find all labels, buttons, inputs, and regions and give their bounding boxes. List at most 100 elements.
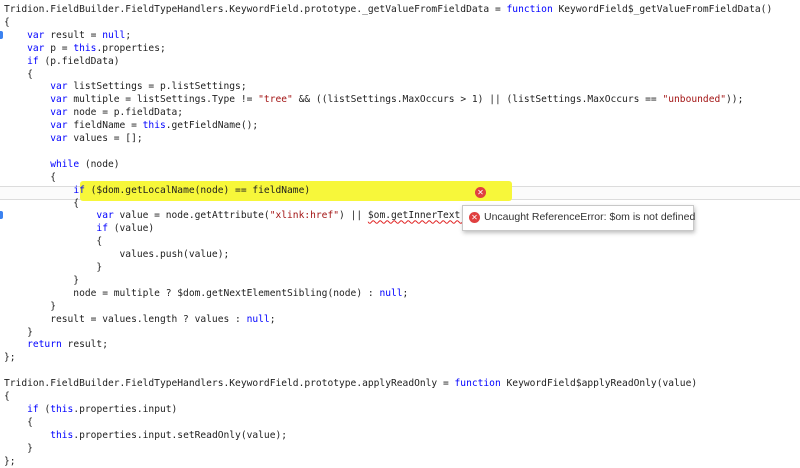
code-token: if (96, 223, 108, 235)
breakpoint-marker[interactable] (0, 30, 3, 39)
code-token: } (4, 442, 33, 454)
code-token: "tree" (258, 94, 293, 106)
code-token: { (4, 16, 10, 28)
code-token: ($dom.getLocalName(node) == fieldName) (84, 184, 311, 196)
code-token: null (246, 313, 270, 325)
code-line: this.properties.input.setReadOnly(value)… (4, 429, 287, 442)
code-token: null (379, 287, 403, 299)
code-token: var (50, 107, 68, 119)
code-token: } (4, 262, 103, 273)
code-token: value = node.getAttribute( (113, 210, 270, 222)
code-token: if (27, 55, 39, 67)
code-token: )); (726, 94, 744, 106)
code-token: if (73, 184, 85, 196)
code-line: if (p.fieldData) (4, 55, 120, 68)
code-token: var (96, 210, 114, 222)
code-line: { (4, 197, 79, 210)
code-editor[interactable]: Tridion.FieldBuilder.FieldTypeHandlers.K… (0, 0, 800, 467)
code-token: }; (4, 352, 16, 364)
code-token: "unbounded" (662, 94, 727, 106)
code-token: result = (44, 29, 103, 41)
code-token: Tridion.FieldBuilder.FieldTypeHandlers.K… (4, 4, 507, 15)
breakpoint-marker[interactable] (0, 211, 3, 220)
code-token: node = multiple ? $dom.getNextElementSib… (4, 287, 380, 299)
error-message: Uncaught ReferenceError: $om is not defi… (484, 211, 696, 223)
code-line: { (4, 171, 56, 184)
code-token: } (4, 326, 33, 338)
code-token: while (50, 158, 80, 170)
code-line: } (4, 274, 79, 287)
code-line: } (4, 300, 56, 313)
code-token: } (4, 274, 80, 286)
code-token: (value) (107, 223, 155, 235)
code-token: { (4, 416, 33, 428)
code-line: var multiple = listSettings.Type != "tre… (4, 93, 743, 106)
code-token: { (4, 171, 56, 183)
code-token: this (142, 120, 166, 132)
code-line: var listSettings = p.listSettings; (4, 80, 247, 93)
code-token: result = values.length ? values : (4, 313, 247, 325)
code-line: { (4, 235, 102, 248)
code-token: p = (44, 42, 74, 54)
code-token: function (506, 4, 553, 15)
code-token: (p.fieldData) (38, 55, 120, 67)
code-token: { (4, 68, 33, 80)
code-line: { (4, 68, 33, 81)
code-token: var (50, 133, 68, 144)
code-token: values = []; (67, 133, 143, 144)
code-token: ) || (339, 210, 368, 222)
code-token: KeywordField$applyReadOnly(value) (500, 378, 698, 390)
code-token: ; (269, 313, 276, 325)
code-line: var values = []; (4, 132, 143, 145)
code-line: values.push(value); (4, 248, 230, 261)
code-token: .getFieldName(); (165, 120, 259, 132)
code-token: var (50, 81, 68, 93)
code-line: Tridion.FieldBuilder.FieldTypeHandlers.K… (4, 377, 697, 390)
code-token: this (50, 429, 74, 441)
code-token: null (102, 29, 126, 41)
code-token: } (4, 300, 56, 312)
code-token: && ((listSettings.MaxOccurs > 1) || (lis… (292, 94, 663, 106)
code-token: var (50, 94, 68, 106)
code-token: "xlink:href" (269, 210, 340, 222)
code-token: ; (402, 287, 409, 299)
code-line: result = values.length ? values : null; (4, 313, 275, 326)
code-token: ; (125, 29, 132, 41)
code-line: if (this.properties.input) (4, 403, 177, 416)
code-token: result; (61, 339, 108, 351)
code-token: values.push(value); (4, 249, 230, 261)
code-token: { (4, 197, 80, 209)
code-line: var p = this.properties; (4, 42, 166, 55)
code-line: if (value) (4, 222, 154, 235)
code-token: this (50, 403, 74, 415)
code-line: }; (4, 455, 16, 468)
code-token: .properties.input) (73, 403, 178, 415)
code-line: { (4, 16, 10, 29)
code-token: fieldName = (67, 120, 143, 132)
code-token: var (27, 29, 45, 41)
code-token: KeywordField$_getValueFromFieldData() (552, 4, 773, 15)
code-line: var result = null; (4, 29, 131, 42)
code-line: { (4, 416, 33, 429)
error-marker-icon[interactable]: ✕ (475, 187, 486, 198)
code-token: if (27, 403, 39, 415)
code-token: listSettings = p.listSettings; (67, 81, 247, 93)
code-token: var (50, 120, 68, 132)
code-line: var fieldName = this.getFieldName(); (4, 119, 258, 132)
code-token: (node) (79, 158, 120, 170)
code-token: .properties; (96, 42, 166, 54)
code-line: } (4, 442, 33, 455)
